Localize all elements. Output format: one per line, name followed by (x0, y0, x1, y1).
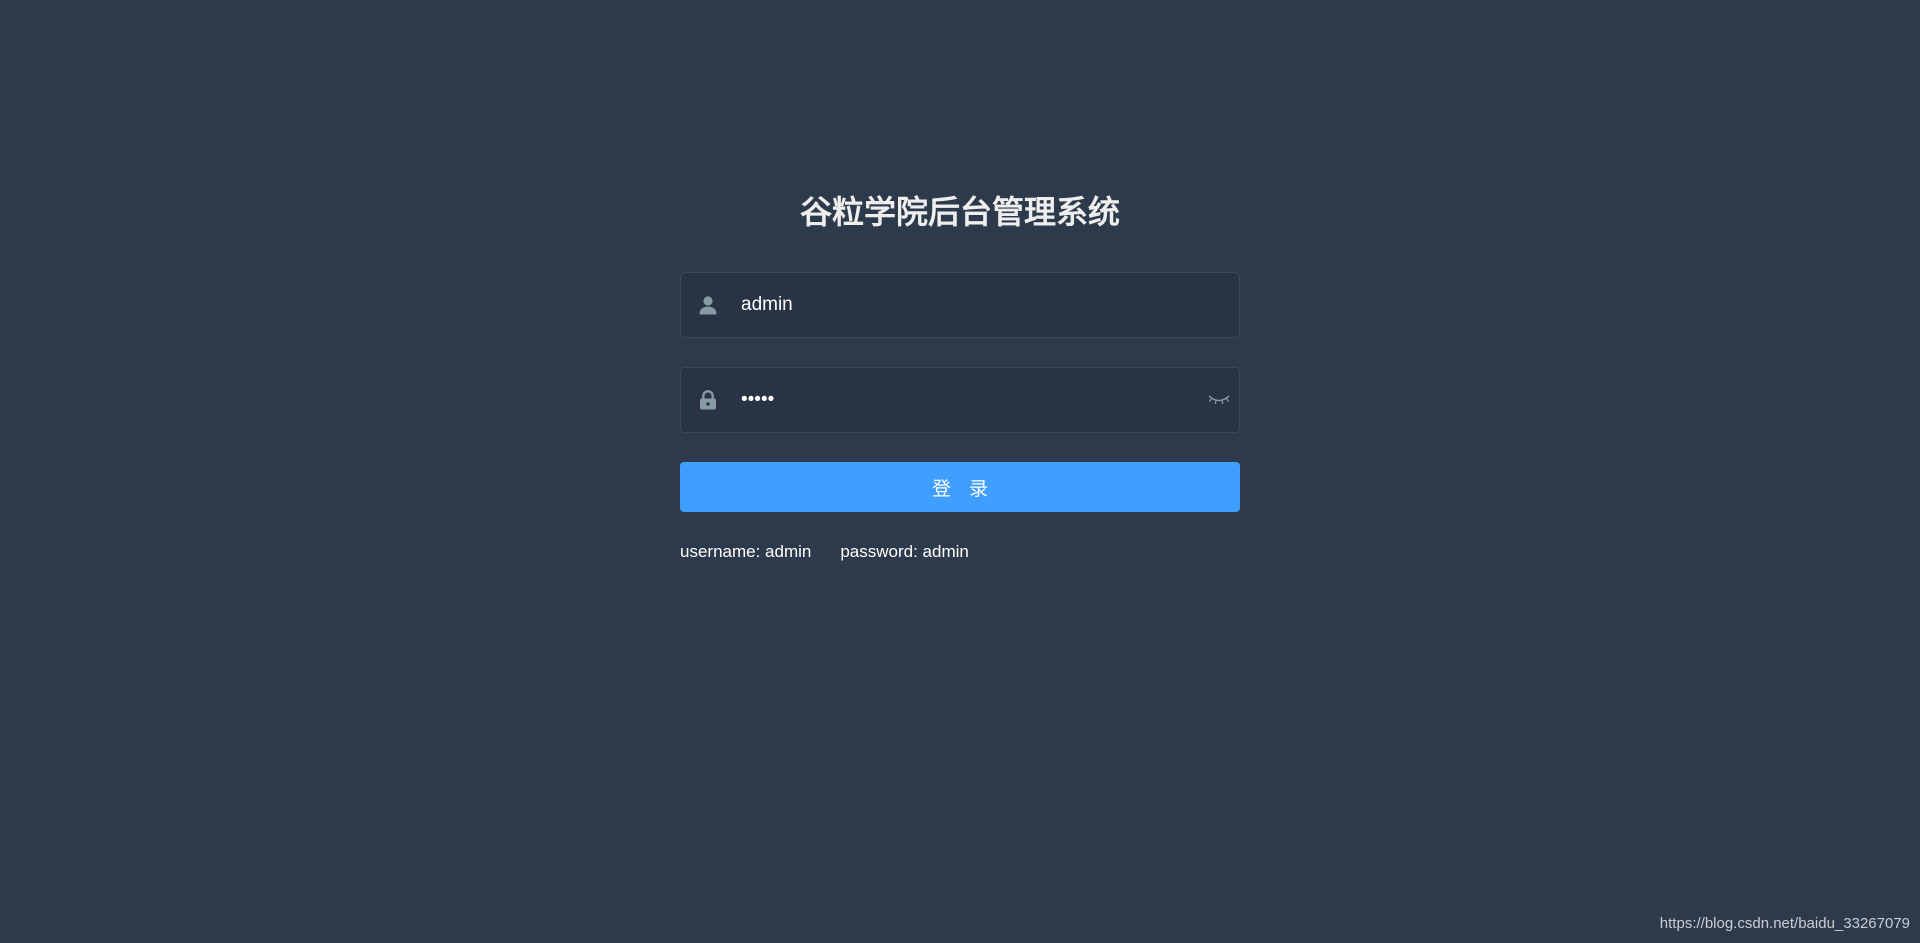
password-input[interactable] (735, 368, 1199, 432)
user-icon (681, 273, 735, 337)
login-page: 谷粒学院后台管理系统 admin 登 录 username: admin pas… (0, 0, 1920, 943)
login-tips: username: admin password: admin (680, 542, 1240, 562)
page-title: 谷粒学院后台管理系统 (799, 194, 1120, 230)
eye-closed-icon[interactable] (1199, 368, 1239, 432)
login-form: 谷粒学院后台管理系统 admin 登 录 username: admin pas… (680, 190, 1240, 562)
password-field-container (680, 367, 1240, 433)
username-tip: username: admin (680, 542, 812, 561)
watermark-text: https://blog.csdn.net/baidu_33267079 (1659, 915, 1910, 932)
username-input[interactable] (735, 273, 1239, 337)
lock-icon (681, 368, 735, 432)
login-button[interactable]: 登 录 (680, 462, 1240, 512)
password-tip: password: admin (840, 542, 969, 561)
username-field-container (680, 272, 1240, 338)
